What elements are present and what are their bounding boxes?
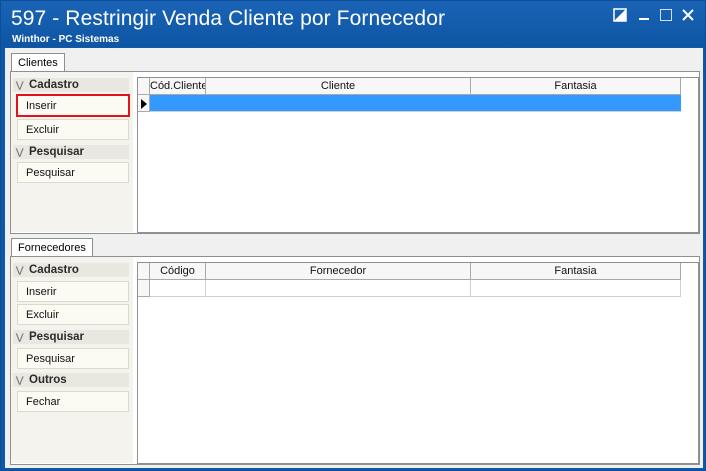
chevron-down-icon: ⋁ (16, 147, 24, 157)
tab-clientes[interactable]: Clientes (11, 53, 65, 72)
column-header-codigo[interactable]: Código (150, 263, 206, 280)
column-header-cod-cliente[interactable]: Cód.Cliente (150, 78, 206, 95)
window-title: 597 - Restringir Venda Cliente por Forne… (11, 7, 446, 30)
table-cell[interactable] (206, 280, 471, 297)
clientes-sidebar: ⋁ Cadastro Inserir Excluir ⋁ Pesquisar Pes… (11, 72, 133, 232)
grid-corner (138, 78, 150, 95)
clientes-pesquisar-button[interactable]: Pesquisar (17, 162, 129, 183)
column-header-cliente[interactable]: Cliente (206, 78, 471, 95)
chevron-down-icon: ⋁ (16, 265, 24, 275)
clientes-group-cadastro[interactable]: ⋁ Cadastro (13, 78, 129, 92)
chevron-down-icon: ⋁ (16, 375, 24, 385)
row-indicator (138, 280, 150, 297)
chevron-down-icon: ⋁ (16, 80, 24, 90)
clientes-group-pesquisar[interactable]: ⋁ Pesquisar (13, 145, 129, 159)
fornecedores-fechar-button[interactable]: Fechar (17, 391, 129, 412)
row-indicator (138, 95, 150, 112)
maximize-icon[interactable] (659, 8, 675, 24)
app-window: 597 - Restringir Venda Cliente por Forne… (0, 0, 706, 471)
restore-icon[interactable] (613, 8, 629, 24)
title-bar: 597 - Restringir Venda Cliente por Forne… (1, 1, 705, 47)
table-cell[interactable] (150, 280, 206, 297)
window-subtitle: Winthor - PC Sistemas (12, 34, 120, 45)
table-cell[interactable] (471, 280, 681, 297)
column-header-fantasia[interactable]: Fantasia (471, 78, 681, 95)
column-header-fornecedor[interactable]: Fornecedor (206, 263, 471, 280)
close-icon[interactable] (681, 8, 697, 24)
chevron-down-icon: ⋁ (16, 332, 24, 342)
minimize-icon[interactable] (637, 8, 653, 24)
table-row[interactable] (150, 95, 681, 112)
fornecedores-group-outros[interactable]: ⋁ Outros (13, 373, 129, 387)
tab-clientes-label: Clientes (18, 57, 58, 69)
tab-fornecedores[interactable]: Fornecedores (11, 238, 93, 257)
window-client-area: Clientes ⋁ Cadastro Inserir Excluir ⋁ Pesq… (5, 48, 703, 468)
clientes-excluir-button[interactable]: Excluir (17, 119, 129, 140)
fornecedores-inserir-button[interactable]: Inserir (17, 281, 129, 302)
clientes-inserir-button[interactable]: Inserir (16, 94, 130, 117)
tab-fornecedores-label: Fornecedores (18, 242, 86, 254)
fornecedores-grid[interactable]: Código Fornecedor Fantasia (137, 262, 699, 464)
clientes-grid[interactable]: Cód.Cliente Cliente Fantasia (137, 77, 699, 233)
fornecedores-sidebar: ⋁ Cadastro Inserir Excluir ⋁ Pesquisar Pes… (11, 257, 133, 463)
row-pointer-icon (141, 99, 147, 109)
grid-corner (138, 263, 150, 280)
column-header-fantasia[interactable]: Fantasia (471, 263, 681, 280)
clientes-panel: ⋁ Cadastro Inserir Excluir ⋁ Pesquisar Pes… (10, 71, 700, 234)
fornecedores-group-pesquisar[interactable]: ⋁ Pesquisar (13, 330, 129, 344)
fornecedores-pesquisar-button[interactable]: Pesquisar (17, 348, 129, 369)
fornecedores-group-cadastro[interactable]: ⋁ Cadastro (13, 263, 129, 277)
fornecedores-panel: ⋁ Cadastro Inserir Excluir ⋁ Pesquisar Pes… (10, 256, 700, 465)
fornecedores-excluir-button[interactable]: Excluir (17, 304, 129, 325)
